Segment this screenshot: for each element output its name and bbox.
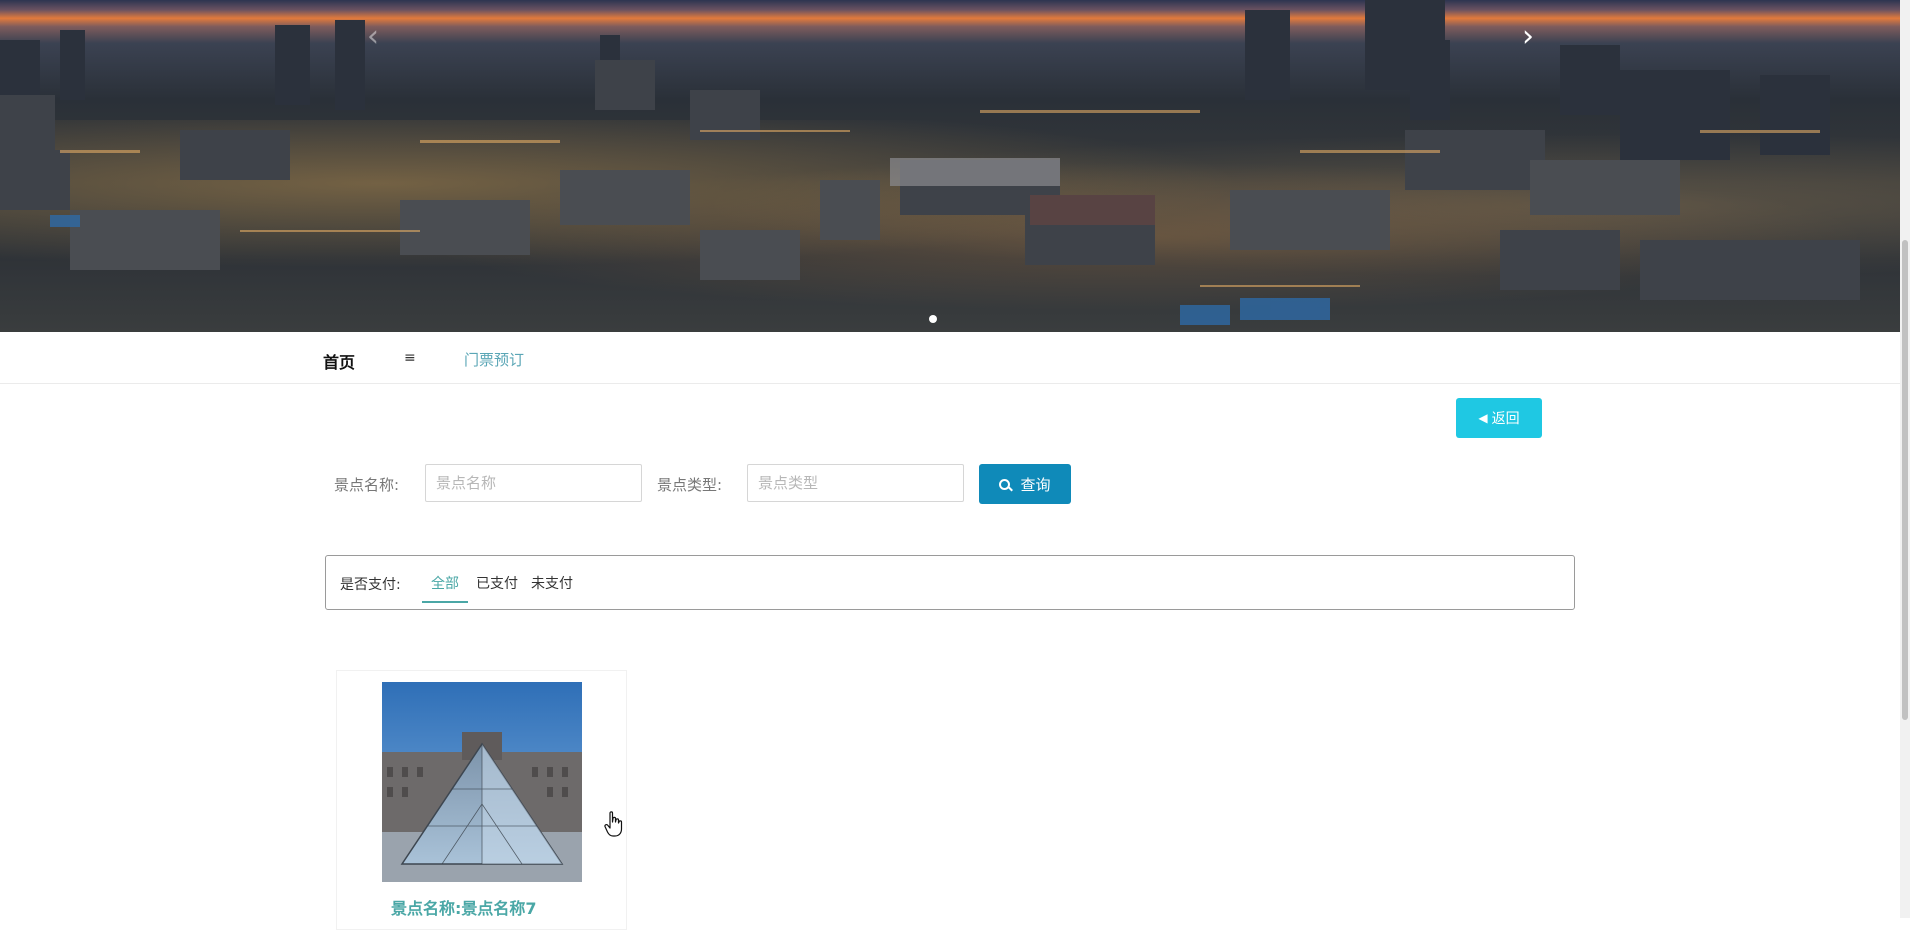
page-scrollbar[interactable]	[1900, 0, 1910, 918]
spot-type-label: 景点类型:	[657, 476, 723, 494]
payment-filter-bar: 是否支付: 全部 已支付 未支付	[325, 555, 1575, 610]
return-button[interactable]: ◀ 返回	[1456, 398, 1542, 438]
filter-option-all[interactable]: 全部	[422, 573, 468, 603]
filter-option-paid[interactable]: 已支付	[476, 573, 518, 601]
spot-card-image[interactable]	[382, 682, 582, 882]
main-nav: 首页 ≡ 门票预订	[0, 333, 1900, 384]
spot-type-input[interactable]	[747, 464, 964, 502]
banner-prev-button[interactable]: ‹	[358, 22, 388, 52]
search-icon	[999, 478, 1011, 490]
search-button[interactable]: 查询	[979, 464, 1071, 504]
payment-filter-label: 是否支付:	[340, 577, 401, 593]
nav-ticket-booking-link[interactable]: 门票预订	[464, 349, 524, 370]
nav-home-link[interactable]: 首页	[323, 349, 355, 373]
spot-name-label: 景点名称:	[334, 476, 400, 494]
hand-cursor-icon	[604, 811, 623, 837]
spot-name-input[interactable]	[425, 464, 642, 502]
caret-left-icon: ◀	[1478, 411, 1488, 425]
return-button-label: 返回	[1491, 411, 1520, 427]
chevron-right-icon: ›	[1522, 19, 1534, 54]
city-skyline-image	[0, 0, 1860, 325]
spot-card-title[interactable]: 景点名称:景点名称7	[391, 895, 537, 919]
search-button-label: 查询	[1020, 475, 1051, 494]
scrollbar-thumb[interactable]	[1902, 240, 1908, 720]
menu-icon[interactable]: ≡	[404, 350, 416, 366]
filter-option-unpaid[interactable]: 未支付	[531, 573, 573, 601]
hero-banner: ‹ ›	[0, 0, 1900, 332]
glass-pyramid-photo	[382, 682, 582, 882]
carousel-indicator-dot[interactable]	[929, 315, 937, 323]
banner-next-button[interactable]: ›	[1513, 22, 1543, 52]
chevron-left-icon: ‹	[367, 19, 379, 54]
spot-card[interactable]: 景点名称:景点名称7	[336, 670, 627, 930]
